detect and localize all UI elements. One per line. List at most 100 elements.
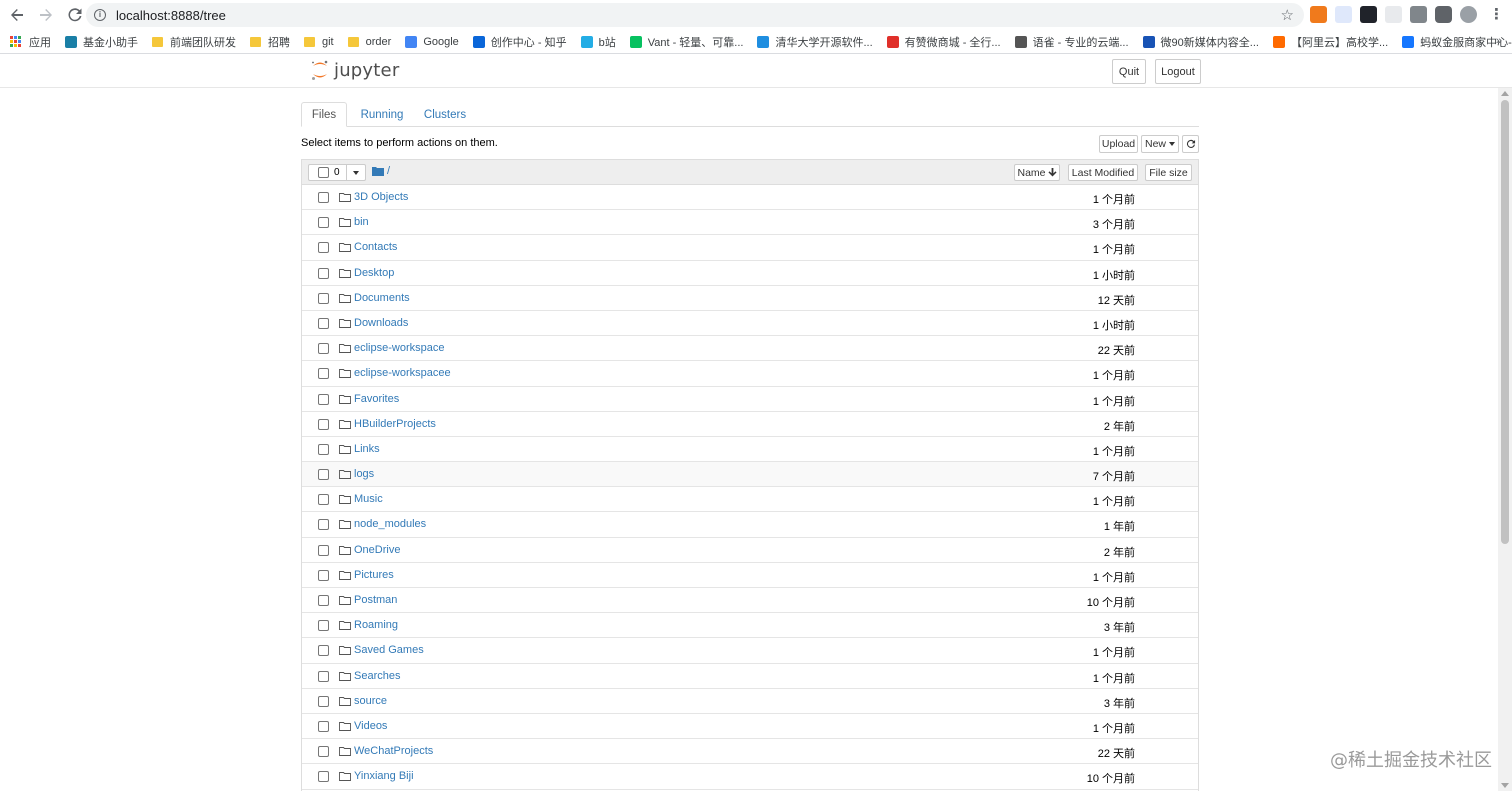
- file-name-link[interactable]: node_modules: [354, 518, 426, 530]
- file-row[interactable]: Desktop 1 小时前: [302, 261, 1198, 286]
- file-name-link[interactable]: eclipse-workspace: [354, 342, 444, 354]
- select-all-group[interactable]: 0: [308, 164, 366, 181]
- file-row[interactable]: eclipse-workspace 22 天前: [302, 336, 1198, 362]
- file-name-link[interactable]: Desktop: [354, 267, 394, 279]
- file-row[interactable]: Favorites 1 个月前: [302, 387, 1198, 412]
- file-row[interactable]: Downloads 1 小时前: [302, 311, 1198, 337]
- quit-button[interactable]: Quit: [1112, 59, 1146, 84]
- file-name-link[interactable]: source: [354, 695, 387, 707]
- file-name-link[interactable]: Postman: [354, 594, 397, 606]
- reload-button[interactable]: [63, 3, 87, 27]
- bookmark-item[interactable]: 【阿里云】高校学...: [1272, 34, 1388, 50]
- sort-name-button[interactable]: Name: [1014, 164, 1060, 181]
- logout-button[interactable]: Logout: [1155, 59, 1201, 84]
- extension-icon[interactable]: [1310, 6, 1327, 23]
- bookmark-item[interactable]: 有赞微商城 - 全行...: [886, 34, 1001, 50]
- file-name-link[interactable]: logs: [354, 468, 374, 480]
- file-row[interactable]: Pictures 1 个月前: [302, 563, 1198, 588]
- row-checkbox[interactable]: [318, 217, 329, 229]
- file-name-link[interactable]: Searches: [354, 670, 400, 682]
- extension-camera-icon[interactable]: [1410, 6, 1427, 23]
- row-checkbox[interactable]: [318, 595, 329, 606]
- file-name-link[interactable]: bin: [354, 216, 369, 228]
- file-name-link[interactable]: Roaming: [354, 619, 398, 631]
- back-button[interactable]: [5, 3, 29, 27]
- bookmarks-overflow-button[interactable]: »: [1496, 35, 1502, 47]
- bookmark-item[interactable]: Google: [405, 35, 459, 48]
- bookmark-item[interactable]: 语雀 - 专业的云端...: [1014, 34, 1129, 50]
- tab-files[interactable]: Files: [301, 102, 347, 127]
- bookmark-item[interactable]: 招聘: [250, 34, 290, 50]
- file-name-link[interactable]: Videos: [354, 720, 387, 732]
- file-row[interactable]: Contacts 1 个月前: [302, 235, 1198, 261]
- file-name-link[interactable]: Links: [354, 443, 380, 455]
- menu-kebab-icon[interactable]: ⋮: [1489, 7, 1504, 22]
- file-row[interactable]: Documents 12 天前: [302, 286, 1198, 311]
- row-checkbox[interactable]: [318, 393, 329, 405]
- profile-avatar[interactable]: [1460, 6, 1477, 23]
- bookmark-item[interactable]: 应用: [10, 34, 51, 50]
- file-row[interactable]: Videos 1 个月前: [302, 714, 1198, 740]
- file-name-link[interactable]: Documents: [354, 292, 410, 304]
- row-checkbox[interactable]: [318, 469, 329, 481]
- file-name-link[interactable]: HBuilderProjects: [354, 418, 436, 430]
- sort-size-button[interactable]: File size: [1145, 164, 1192, 181]
- row-checkbox[interactable]: [318, 192, 329, 203]
- address-bar[interactable]: i localhost:8888/tree ☆: [86, 3, 1304, 27]
- bookmark-item[interactable]: git: [304, 36, 334, 48]
- scroll-up-icon[interactable]: [1501, 91, 1509, 96]
- row-checkbox[interactable]: [318, 645, 329, 657]
- file-row[interactable]: Postman 10 个月前: [302, 588, 1198, 614]
- file-name-link[interactable]: Downloads: [354, 317, 408, 329]
- file-name-link[interactable]: Saved Games: [354, 644, 424, 656]
- breadcrumb[interactable]: /: [372, 165, 390, 177]
- file-name-link[interactable]: Favorites: [354, 393, 399, 405]
- file-name-link[interactable]: Pictures: [354, 569, 394, 581]
- file-name-link[interactable]: Contacts: [354, 241, 397, 253]
- select-all-checkbox[interactable]: [318, 167, 329, 178]
- bookmark-item[interactable]: Vant - 轻量、可靠...: [629, 34, 743, 50]
- file-row[interactable]: OneDrive 2 年前: [302, 538, 1198, 563]
- row-checkbox[interactable]: [318, 670, 329, 682]
- row-checkbox[interactable]: [318, 343, 329, 355]
- row-checkbox[interactable]: [318, 569, 329, 581]
- row-checkbox[interactable]: [318, 695, 329, 707]
- row-checkbox[interactable]: [318, 418, 329, 430]
- row-checkbox[interactable]: [318, 317, 329, 329]
- file-row[interactable]: Music 1 个月前: [302, 487, 1198, 513]
- tab-clusters[interactable]: Clusters: [417, 102, 473, 127]
- file-name-link[interactable]: WeChatProjects: [354, 745, 433, 757]
- scroll-down-icon[interactable]: [1501, 783, 1509, 788]
- select-menu-toggle[interactable]: [346, 165, 365, 180]
- row-checkbox[interactable]: [318, 242, 329, 254]
- page-scrollbar[interactable]: [1498, 88, 1512, 791]
- sort-modified-button[interactable]: Last Modified: [1068, 164, 1138, 181]
- extension-react-icon[interactable]: [1360, 6, 1377, 23]
- extensions-puzzle-icon[interactable]: [1435, 6, 1452, 23]
- site-info-icon[interactable]: i: [94, 9, 106, 21]
- file-row[interactable]: Saved Games 1 个月前: [302, 638, 1198, 664]
- row-checkbox[interactable]: [318, 519, 329, 531]
- bookmark-item[interactable]: order: [347, 36, 391, 48]
- bookmark-item[interactable]: 基金小助手: [65, 34, 138, 50]
- file-name-link[interactable]: eclipse-workspacee: [354, 367, 451, 379]
- file-row[interactable]: Roaming 3 年前: [302, 613, 1198, 639]
- row-checkbox[interactable]: [318, 544, 329, 556]
- extension-vuetools-icon[interactable]: [1385, 6, 1402, 23]
- file-row[interactable]: node_modules 1 年前: [302, 512, 1198, 538]
- bookmark-item[interactable]: 前端团队研发: [152, 34, 236, 50]
- row-checkbox[interactable]: [318, 720, 329, 732]
- file-row[interactable]: Yinxiang Biji 10 个月前: [302, 764, 1198, 790]
- forward-button[interactable]: [34, 3, 58, 27]
- new-dropdown-button[interactable]: New: [1141, 135, 1179, 153]
- row-checkbox[interactable]: [318, 620, 329, 632]
- file-row[interactable]: logs 7 个月前: [302, 462, 1198, 488]
- file-name-link[interactable]: Yinxiang Biji: [354, 770, 414, 782]
- bookmark-star-icon[interactable]: ☆: [1281, 6, 1294, 24]
- extension-vue-icon[interactable]: [1335, 6, 1352, 23]
- file-row[interactable]: WeChatProjects 22 天前: [302, 739, 1198, 765]
- refresh-button[interactable]: [1182, 135, 1199, 153]
- scrollbar-thumb[interactable]: [1501, 100, 1509, 544]
- bookmark-item[interactable]: b站: [580, 34, 616, 50]
- row-checkbox[interactable]: [318, 368, 329, 380]
